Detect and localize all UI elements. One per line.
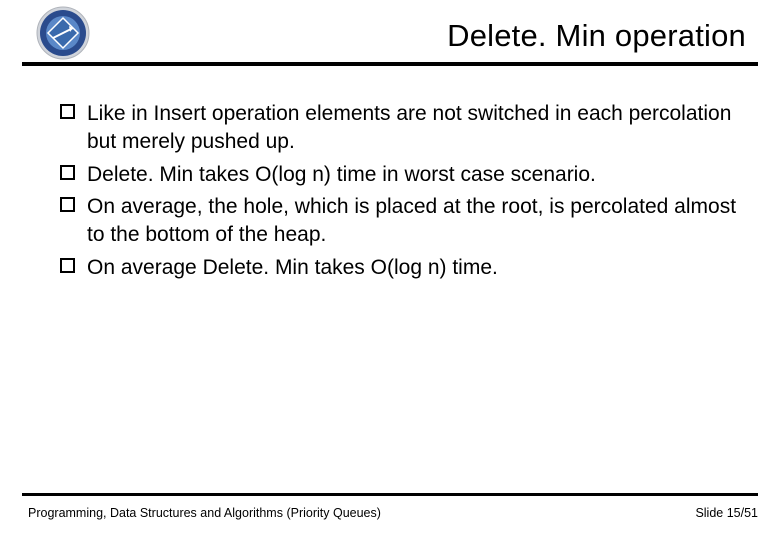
bullet-square-icon xyxy=(60,197,75,212)
slide: Delete. Min operation Like in Insert ope… xyxy=(0,0,780,540)
bullet-square-icon xyxy=(60,165,75,180)
header: Delete. Min operation xyxy=(0,0,780,62)
divider-bottom xyxy=(22,493,758,496)
content-area: Like in Insert operation elements are no… xyxy=(60,100,740,286)
divider-top xyxy=(22,62,758,66)
footer-left: Programming, Data Structures and Algorit… xyxy=(28,506,381,520)
list-item: On average, the hole, which is placed at… xyxy=(60,193,740,250)
bullet-text: On average, the hole, which is placed at… xyxy=(87,193,740,250)
bullet-square-icon xyxy=(60,258,75,273)
bullet-text: Like in Insert operation elements are no… xyxy=(87,100,740,157)
slide-title: Delete. Min operation xyxy=(447,18,746,54)
footer: Programming, Data Structures and Algorit… xyxy=(28,506,758,520)
bullet-text: On average Delete. Min takes O(log n) ti… xyxy=(87,254,498,282)
logo-seal-icon xyxy=(36,6,90,60)
list-item: Like in Insert operation elements are no… xyxy=(60,100,740,157)
footer-right: Slide 15/51 xyxy=(695,506,758,520)
list-item: On average Delete. Min takes O(log n) ti… xyxy=(60,254,740,282)
bullet-text: Delete. Min takes O(log n) time in worst… xyxy=(87,161,596,189)
list-item: Delete. Min takes O(log n) time in worst… xyxy=(60,161,740,189)
bullet-square-icon xyxy=(60,104,75,119)
